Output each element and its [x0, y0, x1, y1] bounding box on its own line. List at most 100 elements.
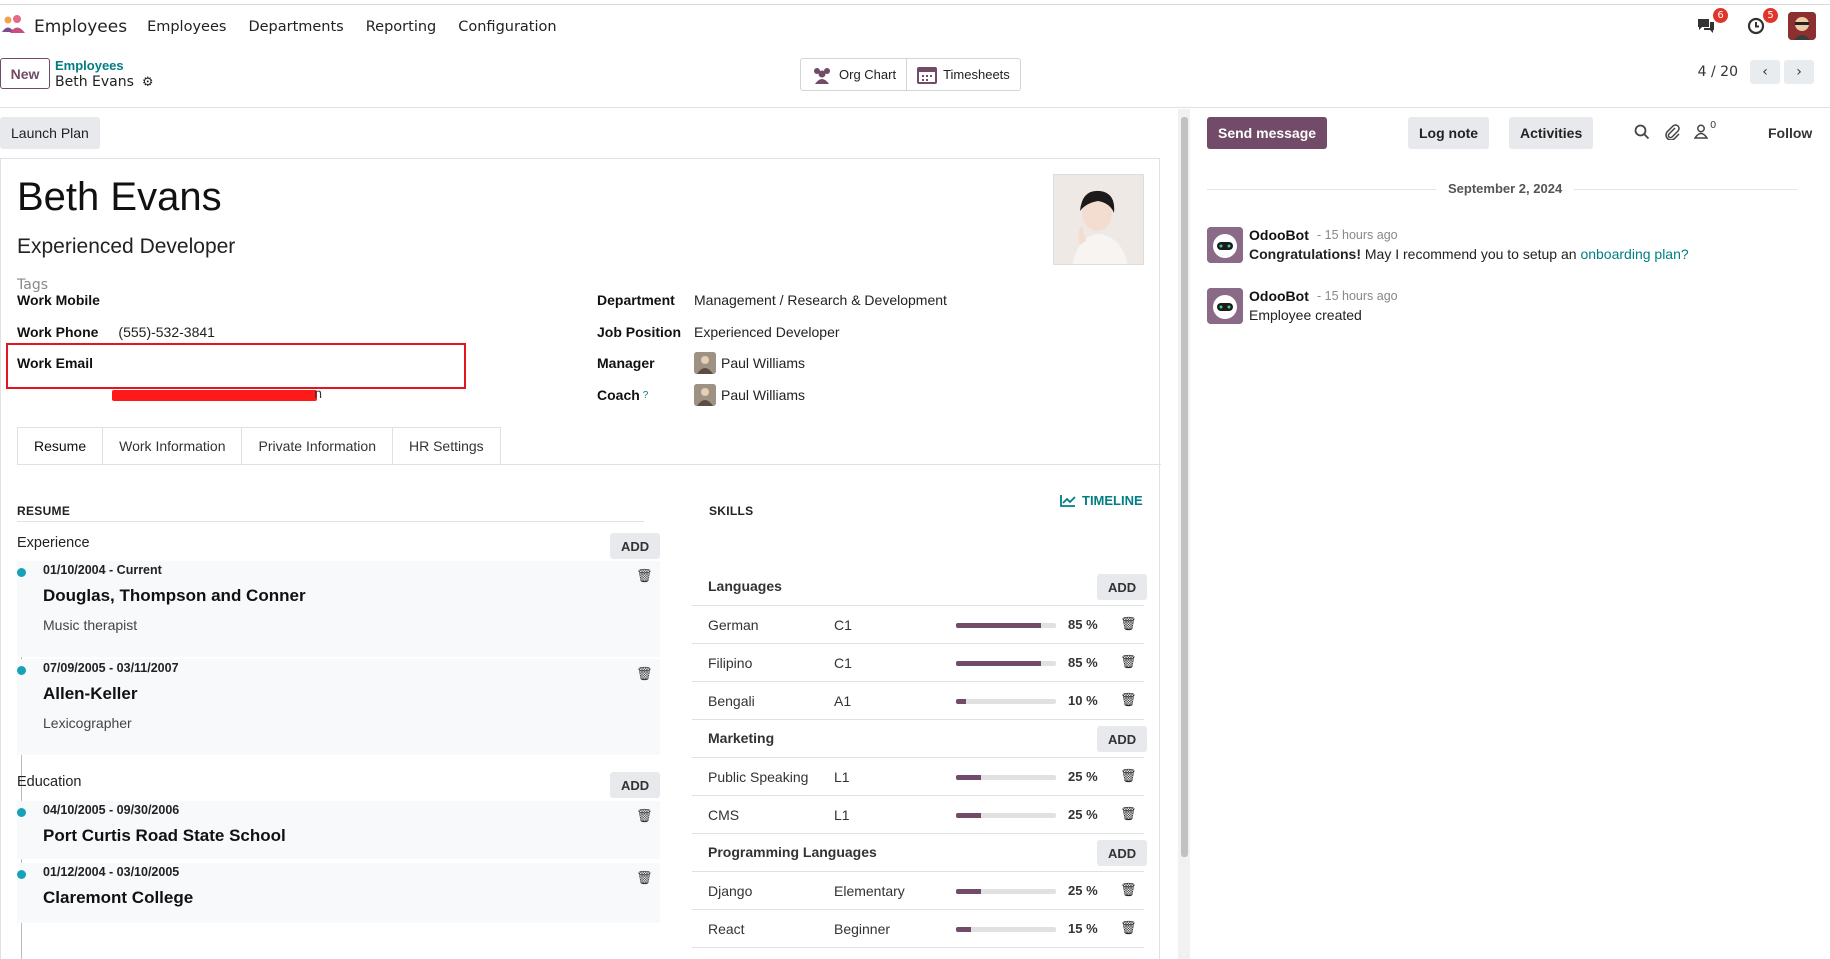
skill-add-button[interactable]: ADD [1097, 726, 1148, 752]
skill-add-button[interactable]: ADD [1097, 840, 1148, 866]
employee-name[interactable]: Beth Evans [17, 175, 222, 220]
timesheets-button[interactable]: Timesheets [906, 59, 1020, 90]
work-email-redaction[interactable] [112, 390, 317, 401]
messaging-menu[interactable]: 6 [1694, 8, 1728, 38]
skill-row[interactable]: CMS L1 25 % 🗑 [692, 796, 1144, 834]
experience-label: Experience [17, 535, 90, 551]
main-menu: Employees Departments Reporting Configur… [147, 19, 579, 35]
trash-icon[interactable]: 🗑 [1120, 616, 1137, 632]
trash-icon[interactable]: 🗑 [1120, 768, 1137, 784]
follow-button[interactable]: Follow [1768, 125, 1812, 141]
trash-icon[interactable]: 🗑 [636, 809, 653, 824]
breadcrumb-employees[interactable]: Employees [55, 58, 154, 73]
skill-progress-fill [956, 623, 1041, 628]
skill-row[interactable]: Bengali A1 10 % 🗑 [692, 682, 1144, 720]
resume-line-name: Claremont College [43, 888, 194, 907]
manager-avatar [694, 352, 716, 374]
work-email-tail: n [314, 387, 323, 402]
new-button[interactable]: New [0, 58, 50, 89]
skill-level: L1 [834, 769, 850, 785]
onboarding-plan-link[interactable]: onboarding plan? [1580, 246, 1688, 262]
department-input[interactable]: Management / Research & Development [694, 292, 947, 308]
employee-photo[interactable] [1053, 174, 1144, 265]
tab-hr-settings[interactable]: HR Settings [392, 427, 501, 465]
activities-button[interactable]: Activities [1509, 117, 1594, 149]
trash-icon[interactable]: 🗑 [1120, 692, 1137, 708]
menu-reporting[interactable]: Reporting [366, 19, 437, 35]
skill-name: Django [708, 883, 753, 899]
tab-private-information[interactable]: Private Information [242, 427, 393, 465]
coach-input[interactable]: Paul Williams [694, 384, 805, 406]
form-scrollbar-thumb[interactable] [1181, 117, 1188, 857]
timeline-dot [17, 666, 26, 675]
skill-add-button[interactable]: ADD [1097, 574, 1148, 600]
trash-icon[interactable]: 🗑 [1120, 882, 1137, 898]
followers-button[interactable]: 0 [1694, 120, 1716, 139]
resume-line-dates: 01/10/2004 - Current [43, 563, 162, 577]
skill-level: A1 [834, 693, 852, 709]
org-chart-button[interactable]: Org Chart [801, 59, 906, 90]
launch-plan-button[interactable]: Launch Plan [0, 117, 100, 149]
job-position-input[interactable]: Experienced Developer [694, 324, 840, 340]
message-author[interactable]: OdooBot [1249, 227, 1309, 243]
odoobot-avatar[interactable] [1207, 288, 1243, 324]
tags-input[interactable]: Tags [17, 277, 48, 293]
trash-icon[interactable]: 🗑 [1120, 654, 1137, 670]
tab-work-information[interactable]: Work Information [103, 427, 243, 465]
tabs-divider [17, 464, 1161, 465]
message-text: Employee created [1249, 307, 1362, 323]
message-bold-text: Congratulations! [1249, 246, 1361, 262]
person-avatar-icon [694, 352, 716, 374]
trash-icon[interactable]: 🗑 [636, 667, 653, 682]
timeline-label: TIMELINE [1082, 493, 1143, 508]
trash-icon[interactable]: 🗑 [636, 569, 653, 584]
skill-name: React [708, 921, 745, 937]
skill-percent: 85 % [1068, 617, 1098, 632]
trash-icon[interactable]: 🗑 [1120, 920, 1137, 936]
skill-row[interactable]: React Beginner 15 % 🗑 [692, 910, 1144, 948]
skills-timeline-button[interactable]: TIMELINE [1060, 493, 1143, 508]
resume-line-name: Douglas, Thompson and Conner [43, 586, 306, 605]
skill-row[interactable]: Django Elementary 25 % 🗑 [692, 872, 1144, 910]
skill-group-name: Programming Languages [708, 844, 877, 860]
navbar-systray: 6 5 [1668, 8, 1816, 40]
app-brand[interactable]: Employees [2, 14, 127, 39]
skill-row[interactable]: Public Speaking L1 25 % 🗑 [692, 758, 1144, 796]
menu-employees[interactable]: Employees [147, 19, 226, 35]
pager-previous-button[interactable]: ‹ [1750, 60, 1780, 84]
control-panel: New Employees Beth Evans ⚙ Org Chart Tim… [0, 50, 1830, 108]
experience-add-button[interactable]: ADD [610, 533, 661, 559]
trash-icon[interactable]: 🗑 [1120, 806, 1137, 822]
log-note-button[interactable]: Log note [1408, 117, 1490, 149]
skill-row[interactable]: Filipino C1 85 % 🗑 [692, 644, 1144, 682]
search-icon[interactable] [1634, 124, 1650, 140]
activities-menu[interactable]: 5 [1744, 8, 1778, 38]
manager-input[interactable]: Paul Williams [694, 352, 805, 374]
coach-help-icon[interactable]: ? [643, 390, 649, 401]
skill-row[interactable]: German C1 85 % 🗑 [692, 606, 1144, 644]
smart-buttons: Org Chart Timesheets [800, 58, 1021, 91]
resume-line-name: Allen-Keller [43, 684, 138, 703]
timeline-dot [17, 808, 26, 817]
odoobot-avatar[interactable] [1207, 227, 1243, 263]
tab-resume[interactable]: Resume [17, 427, 104, 465]
paperclip-icon[interactable] [1664, 124, 1680, 140]
menu-departments[interactable]: Departments [248, 19, 343, 35]
work-phone-input[interactable]: (555)-532-3841 [118, 324, 215, 340]
skill-progress-bar [956, 775, 1056, 780]
employee-job-title[interactable]: Experienced Developer [17, 235, 235, 259]
education-add-button[interactable]: ADD [610, 772, 661, 798]
send-message-button[interactable]: Send message [1207, 117, 1328, 149]
pager-value[interactable]: 4 / 20 [1698, 64, 1738, 80]
timeline-dot [17, 870, 26, 879]
trash-icon[interactable]: 🗑 [636, 871, 653, 886]
menu-configuration[interactable]: Configuration [458, 19, 556, 35]
robot-icon [1207, 288, 1243, 324]
message-author[interactable]: OdooBot [1249, 288, 1309, 304]
work-phone-field: Work Phone (555)-532-3841 [17, 324, 215, 340]
user-avatar[interactable] [1788, 12, 1816, 40]
robot-icon [1207, 227, 1243, 263]
pager-next-button[interactable]: › [1784, 60, 1814, 84]
coach-avatar [694, 384, 716, 406]
gear-icon[interactable]: ⚙ [142, 75, 154, 90]
